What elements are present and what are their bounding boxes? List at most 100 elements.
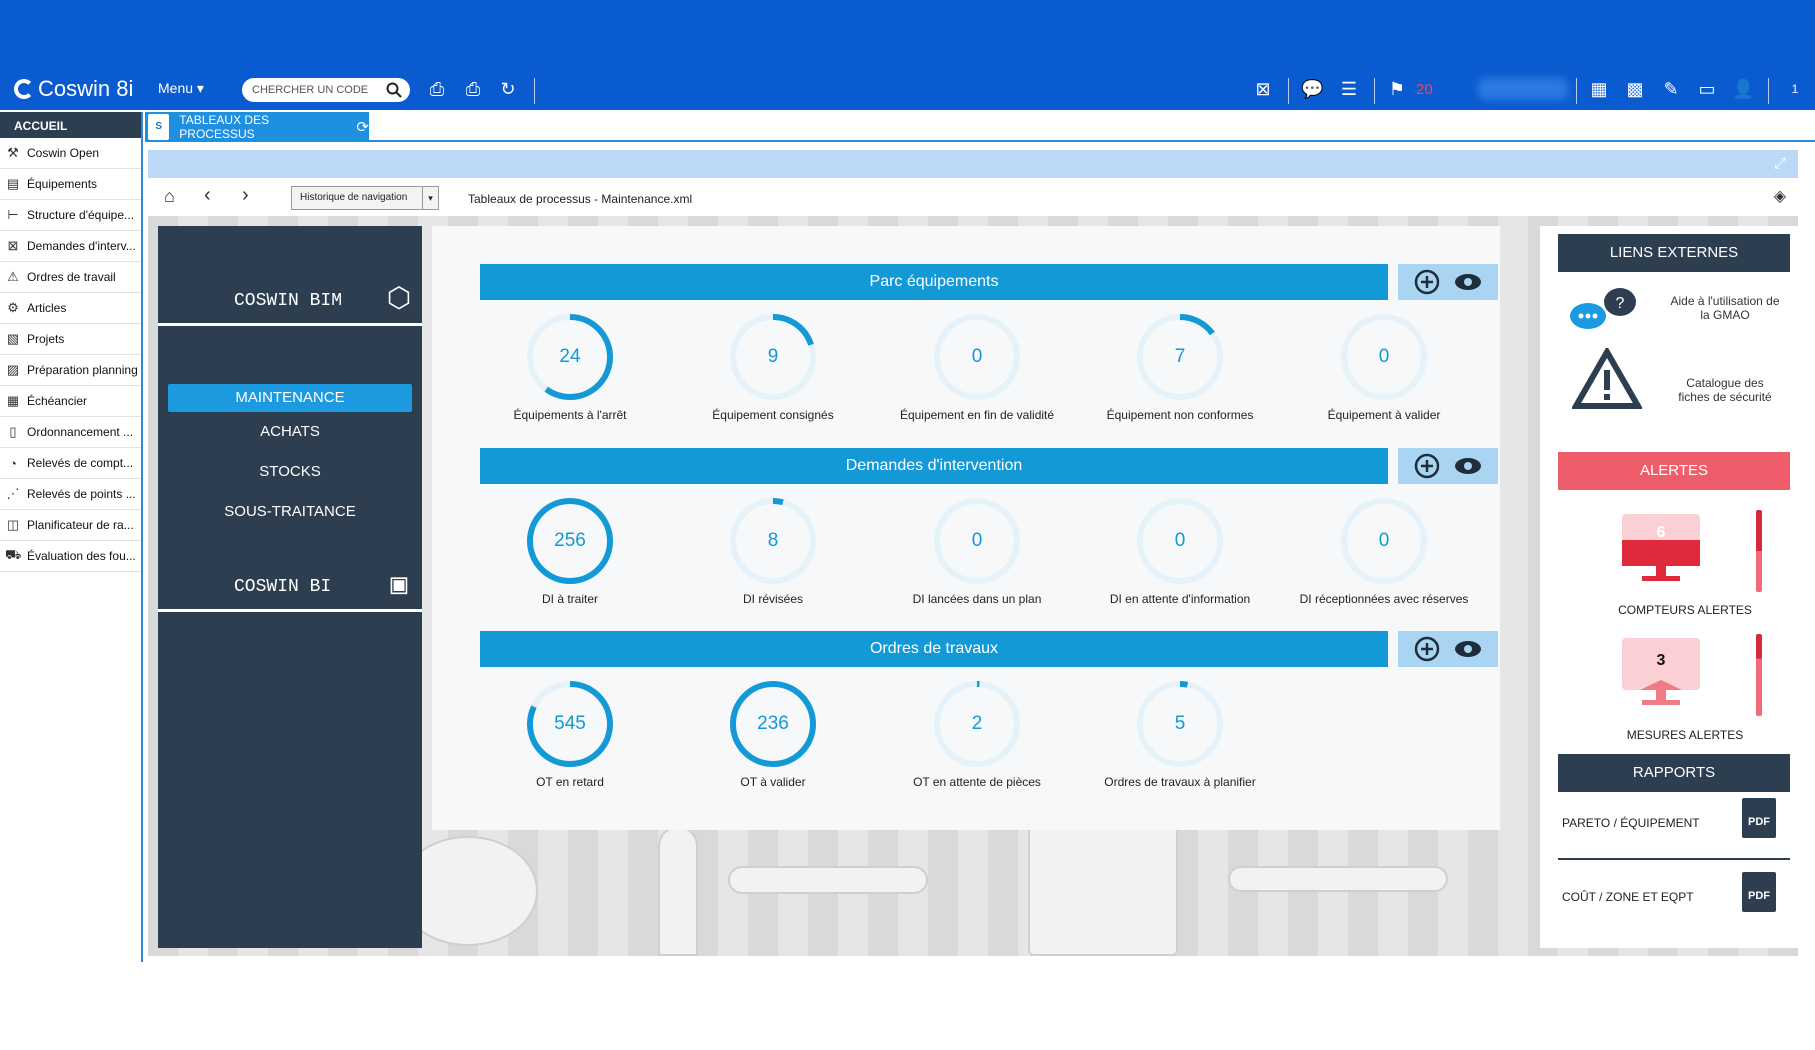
nav-item-label: Relevés de points ... <box>27 487 136 501</box>
kpi-gauge[interactable]: 0 Équipement en fin de validité <box>882 312 1072 422</box>
measures-alert-monitor[interactable]: 3 <box>1620 636 1702 716</box>
kpi-gauge[interactable]: 9 Équipement consignés <box>678 312 868 422</box>
add-icon[interactable] <box>1414 636 1440 662</box>
kpi-gauge[interactable]: 0 Équipement à valider <box>1289 312 1479 422</box>
menu-achats[interactable]: ACHATS <box>168 418 412 446</box>
link-gmao-help[interactable]: Aide à l'utilisation de la GMAO <box>1670 294 1780 322</box>
section-header: Parc équipements <box>480 264 1388 300</box>
nav-item[interactable]: ▦ Échéancier <box>0 386 141 417</box>
tab-refresh-icon[interactable]: ⟳ <box>356 118 369 136</box>
forward-icon[interactable]: › <box>242 184 249 207</box>
nav-header-home[interactable]: ACCUEIL <box>0 112 141 138</box>
eye-icon[interactable] <box>1454 457 1482 475</box>
chat-help-icon[interactable]: ? <box>1568 286 1640 334</box>
menu-maintenance[interactable]: MAINTENANCE <box>168 384 412 412</box>
kpi-gauge[interactable]: 5 Ordres de travaux à planifier <box>1085 679 1275 789</box>
nav-item[interactable]: ⋰ Relevés de points ... <box>0 479 141 510</box>
print-icon[interactable]: ⎙ <box>426 78 448 100</box>
kpi-gauge[interactable]: 0 DI lancées dans un plan <box>882 496 1072 606</box>
nav-item[interactable]: ⛟ Évaluation des fou... <box>0 541 141 572</box>
nav-item[interactable]: ▯ Ordonnancement ... <box>0 417 141 448</box>
counters-alert-monitor[interactable]: 6 <box>1620 512 1702 592</box>
coswin-logo[interactable]: Coswin 8i <box>14 76 133 102</box>
project-icon: ▧ <box>6 331 20 346</box>
coswin-bi-header[interactable]: COSWIN BI ▣ <box>158 512 422 612</box>
kpi-gauge[interactable]: 24 Équipements à l'arrêt <box>475 312 665 422</box>
warning-icon[interactable] <box>1570 345 1644 410</box>
kpi-value: 0 <box>1378 346 1390 367</box>
nav-item[interactable]: ◔ Relevés de compt... <box>0 448 141 479</box>
nav-item[interactable]: ⚙ Articles <box>0 293 141 324</box>
nav-item[interactable]: ◫ Planificateur de ra... <box>0 510 141 541</box>
nav-item[interactable]: ⚒ Coswin Open <box>0 138 141 169</box>
form-edit-icon[interactable]: ✎ <box>1660 78 1682 100</box>
siveco-logo: S <box>148 114 170 140</box>
messages-icon[interactable]: ☰ <box>1338 78 1360 100</box>
kpi-gauge[interactable]: 256 DI à traiter <box>475 496 665 606</box>
kpi-gauge[interactable]: 236 OT à valider <box>678 679 868 789</box>
dashboard-edit-icon[interactable]: ▩ <box>1624 78 1646 100</box>
kpi-label: DI lancées dans un plan <box>912 592 1042 606</box>
nav-item[interactable]: ▨ Préparation planning <box>0 355 141 386</box>
nav-item[interactable]: ▤ Équipements <box>0 169 141 200</box>
chat-icon[interactable]: 💬 <box>1301 78 1323 100</box>
monitor-refresh-icon[interactable]: ▭ <box>1696 78 1718 100</box>
nav-item-label: Ordres de travail <box>27 270 116 284</box>
search-input[interactable]: CHERCHER UN CODE <box>242 78 410 102</box>
pdf-icon[interactable]: PDF <box>1742 872 1776 912</box>
window-index[interactable]: 1 <box>1784 78 1806 100</box>
user-settings-icon[interactable]: 👤 <box>1732 78 1754 100</box>
shapes-edit-icon[interactable]: ◈ <box>1774 186 1786 206</box>
measures-alert-value: 3 <box>1656 652 1666 669</box>
pdf-icon[interactable]: PDF <box>1742 798 1776 838</box>
eye-icon[interactable] <box>1454 640 1482 658</box>
nav-item-label: Coswin Open <box>27 146 100 160</box>
section-actions <box>1398 264 1498 300</box>
back-icon[interactable]: ‹ <box>204 184 211 207</box>
separator <box>534 78 535 104</box>
kpi-value: 8 <box>767 530 779 551</box>
nav-item[interactable]: ▧ Projets <box>0 324 141 355</box>
runner-alert-icon[interactable]: ⚑ <box>1386 78 1408 100</box>
nav-item-label: Structure d'équipe... <box>27 208 135 222</box>
expand-icon[interactable]: ⤢ <box>1774 155 1786 172</box>
add-icon[interactable] <box>1414 453 1440 479</box>
kpi-gauge[interactable]: 545 OT en retard <box>475 679 665 789</box>
kpi-gauge[interactable]: 0 DI en attente d'information <box>1085 496 1275 606</box>
alerts-header: ALERTES <box>1558 452 1790 490</box>
home-icon[interactable]: ⌂ <box>164 186 175 207</box>
menu-button[interactable]: Menu ▾ <box>158 80 204 97</box>
kpi-gauge[interactable]: 0 DI réceptionnées avec réserves <box>1289 496 1479 606</box>
eye-icon[interactable] <box>1454 273 1482 291</box>
dashboard-icon[interactable]: ▦ <box>1588 78 1610 100</box>
kpi-gauge[interactable]: 2 OT en attente de pièces <box>882 679 1072 789</box>
nav-item[interactable]: ⚠ Ordres de travail <box>0 262 141 293</box>
search-icon[interactable] <box>386 82 402 98</box>
print-preview-icon[interactable]: ⎙ <box>462 78 484 100</box>
counters-alert-label: COMPTEURS ALERTES <box>1618 603 1752 617</box>
menu-stocks[interactable]: STOCKS <box>168 458 412 486</box>
add-icon[interactable] <box>1414 269 1440 295</box>
kpi-label: Équipement consignés <box>712 408 834 422</box>
kpi-value: 2 <box>971 713 983 734</box>
alert-count[interactable]: 20 <box>1416 81 1433 98</box>
kpi-value: 0 <box>1174 530 1186 551</box>
report-pareto[interactable]: PARETO / ÉQUIPEMENT <box>1562 816 1700 830</box>
cube-icon: ⬡ <box>386 285 412 316</box>
kpi-value: 9 <box>767 346 779 367</box>
excel-icon[interactable]: ⊠ <box>1252 78 1274 100</box>
report-cost-zone[interactable]: COÛT / ZONE ET EQPT <box>1562 890 1694 904</box>
svg-text:?: ? <box>1616 295 1625 312</box>
refresh-icon[interactable]: ↻ <box>497 78 519 100</box>
left-navigation: ACCUEIL ⚒ Coswin Open ▤ Équipements ⊢ Structu… <box>0 112 143 962</box>
coswin-bim-header[interactable]: COSWIN BIM ⬡ <box>158 226 422 326</box>
kpi-value: 7 <box>1174 346 1186 367</box>
kpi-gauge[interactable]: 8 DI révisées <box>678 496 868 606</box>
nav-item[interactable]: ⊢ Structure d'équipe... <box>0 200 141 231</box>
nav-item[interactable]: ⊠ Demandes d'interv... <box>0 231 141 262</box>
link-safety-catalog[interactable]: Catalogue des fiches de sécurité <box>1670 376 1780 404</box>
tab-process-dashboards[interactable]: S TABLEAUX DES PROCESSUS ⟳ <box>145 112 369 142</box>
navigation-history-select[interactable]: Historique de navigation ▾ <box>291 186 439 210</box>
nav-item-label: Articles <box>27 301 67 315</box>
kpi-gauge[interactable]: 7 Équipement non conformes <box>1085 312 1275 422</box>
